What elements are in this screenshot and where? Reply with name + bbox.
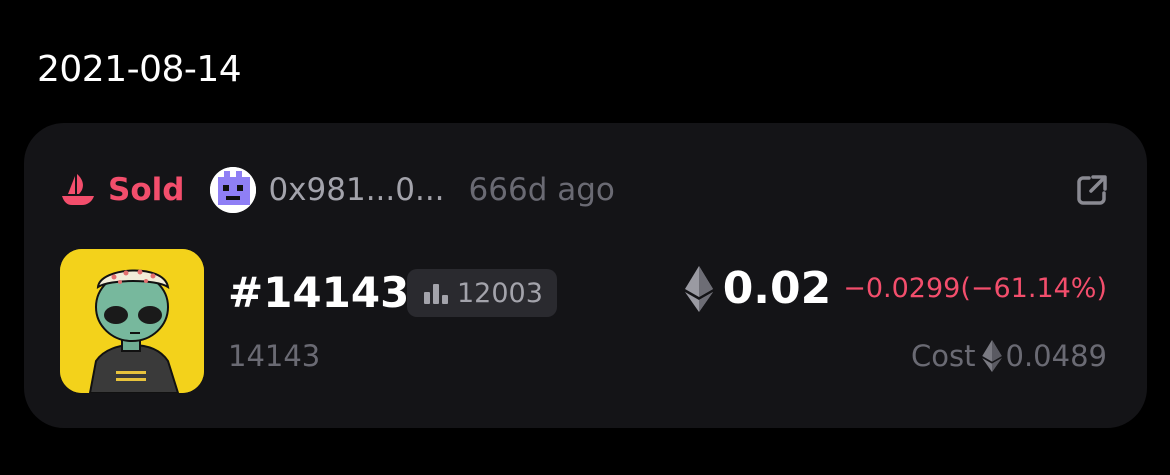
ethereum-icon [684, 265, 713, 312]
alien-nft-image [60, 249, 204, 393]
activity-meta-row: Sold 0x981...0... 666d ago [60, 167, 1111, 213]
avatar[interactable] [210, 167, 257, 213]
nft-thumbnail[interactable] [60, 249, 204, 393]
rarity-rank-badge: 12003 [407, 269, 557, 317]
external-link-icon[interactable] [1073, 171, 1111, 209]
cost-label: Cost [911, 339, 976, 373]
event-label: Sold [108, 172, 185, 208]
date-header: 2021-08-14 [37, 49, 242, 90]
price-value: 0.02 [722, 263, 832, 314]
activity-card[interactable]: Sold 0x981...0... 666d ago #14143 12003 … [24, 123, 1147, 428]
event-type: Sold [60, 172, 184, 208]
opensea-boat-icon [62, 174, 94, 205]
bar-chart-icon [424, 284, 448, 304]
token-title[interactable]: #14143 [228, 268, 409, 317]
sale-price: 0.02 −0.0299(−61.14%) [684, 263, 1107, 314]
cost-value: 0.0489 [1005, 339, 1107, 373]
token-id: 14143 [228, 339, 321, 373]
wallet-address[interactable]: 0x981...0... [268, 172, 444, 208]
timestamp: 666d ago [468, 172, 615, 208]
rarity-rank-value: 12003 [457, 277, 543, 309]
price-change: −0.0299(−61.14%) [843, 273, 1107, 304]
pixel-avatar-icon [210, 167, 257, 213]
ethereum-icon [981, 340, 1002, 372]
cost-info: Cost 0.0489 [911, 339, 1107, 373]
